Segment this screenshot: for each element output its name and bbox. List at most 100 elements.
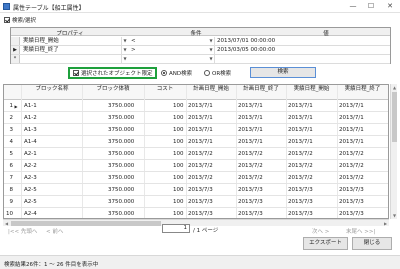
row-selector[interactable]: * bbox=[11, 55, 20, 63]
selected-only-checkbox[interactable] bbox=[73, 70, 79, 76]
table-row[interactable]: 9 A2-5 3750.000 100 2013/7/3 2013/7/3 20… bbox=[4, 196, 388, 208]
search-section-checkbox[interactable] bbox=[4, 17, 10, 23]
cell-name: A2-5 bbox=[24, 199, 37, 205]
cell-name: A2-3 bbox=[24, 175, 37, 181]
cell-plan-start: 2013/7/1 bbox=[188, 139, 213, 145]
cell-actual-end: 2013/7/1 bbox=[339, 139, 364, 145]
cell-plan-start: 2013/7/3 bbox=[188, 199, 213, 205]
row-number: 9 bbox=[9, 199, 14, 205]
cell-actual-start: 2013/7/3 bbox=[288, 187, 313, 193]
table-row[interactable]: 6 A2-2 3750.000 100 2013/7/2 2013/7/2 20… bbox=[4, 160, 388, 172]
results-header: ブロック名称 ブロック体積 コスト 計画日程_開始 計画日程_終了 実績日程_開… bbox=[4, 85, 388, 100]
table-row[interactable]: 5 A2-1 3750.000 100 2013/7/2 2013/7/2 20… bbox=[4, 148, 388, 160]
cell-plan-end: 2013/7/1 bbox=[238, 103, 263, 109]
scroll-left-icon[interactable]: ◀ bbox=[3, 220, 10, 227]
cell-plan-start: 2013/7/3 bbox=[188, 211, 213, 217]
cell-cost: 100 bbox=[173, 199, 184, 205]
search-section-toggle[interactable]: 検索/選択 bbox=[4, 16, 36, 24]
header-block-name: ブロック名称 bbox=[35, 86, 69, 92]
table-row[interactable]: 10 A2-4 3750.000 100 2013/7/3 2013/7/3 2… bbox=[4, 208, 388, 218]
row-number: 5 bbox=[9, 151, 14, 157]
cell-plan-end: 2013/7/3 bbox=[238, 211, 263, 217]
page-number-input[interactable]: 1 bbox=[162, 224, 190, 233]
last-page-link[interactable]: 末尾へ >>| bbox=[346, 227, 375, 235]
row-number: 6 bbox=[9, 163, 14, 169]
prev-page-link[interactable]: < 前へ bbox=[46, 227, 63, 235]
operator-cell[interactable]: > bbox=[129, 46, 215, 54]
export-button[interactable]: エクスポート bbox=[303, 237, 348, 250]
header-plan-end: 計画日程_終了 bbox=[243, 86, 279, 92]
vertical-scroll-thumb[interactable] bbox=[392, 92, 397, 142]
row-selector[interactable] bbox=[11, 37, 20, 45]
first-page-link[interactable]: |<< 先頭へ bbox=[8, 227, 37, 235]
chevron-down-icon[interactable]: ▼ bbox=[208, 56, 214, 62]
title-bar: 属性テーブル【船工属性】 — ☐ ✕ bbox=[0, 0, 400, 13]
cell-plan-start: 2013/7/2 bbox=[188, 151, 213, 157]
cell-actual-end: 2013/7/1 bbox=[339, 115, 364, 121]
table-row[interactable]: 8 A2-5 3750.000 100 2013/7/3 2013/7/3 20… bbox=[4, 184, 388, 196]
operator-cell[interactable] bbox=[129, 55, 215, 63]
chevron-down-icon[interactable]: ▼ bbox=[122, 38, 128, 44]
row-number: 4 bbox=[9, 139, 14, 145]
search-section-label: 検索/選択 bbox=[12, 18, 36, 24]
value-cell[interactable] bbox=[215, 55, 390, 63]
cell-plan-end: 2013/7/3 bbox=[238, 187, 263, 193]
table-row[interactable]: 7 A2-3 3750.000 100 2013/7/2 2013/7/2 20… bbox=[4, 172, 388, 184]
row-number: 8 bbox=[9, 187, 14, 193]
close-button[interactable]: 閉じる bbox=[352, 237, 392, 250]
close-window-button[interactable]: ✕ bbox=[381, 0, 399, 12]
or-label: OR検索 bbox=[212, 71, 232, 77]
cell-name: A1-1 bbox=[24, 103, 37, 109]
horizontal-scrollbar[interactable]: ◀ ▶ bbox=[3, 219, 389, 226]
search-button[interactable]: 検索 bbox=[250, 67, 316, 78]
property-cell[interactable]: 実績日程_開始 bbox=[21, 37, 122, 45]
value-cell[interactable]: 2013/07/01 00:00:00 bbox=[215, 37, 390, 45]
vertical-scrollbar[interactable]: ▲ ▼ bbox=[390, 84, 397, 219]
and-search-option[interactable]: AND検索 bbox=[161, 69, 192, 77]
minimize-button[interactable]: — bbox=[344, 0, 362, 12]
cell-cost: 100 bbox=[173, 103, 184, 109]
chevron-down-icon[interactable]: ▼ bbox=[122, 47, 128, 53]
value-cell[interactable]: 2013/03/05 00:00:00 bbox=[215, 46, 390, 54]
cell-actual-end: 2013/7/2 bbox=[339, 163, 364, 169]
condition-row[interactable]: 実績日程_開始 ▼ < ▼ 2013/07/01 00:00:00 bbox=[11, 37, 390, 46]
cell-volume: 3750.000 bbox=[108, 199, 135, 205]
cell-actual-start: 2013/7/1 bbox=[288, 115, 313, 121]
or-search-option[interactable]: OR検索 bbox=[204, 69, 231, 77]
and-radio[interactable] bbox=[161, 70, 167, 76]
cell-volume: 3750.000 bbox=[108, 211, 135, 217]
cell-actual-start: 2013/7/3 bbox=[288, 199, 313, 205]
status-text: 検索結果26件：1 ～ 26 件目を表示中 bbox=[4, 262, 99, 268]
cell-actual-end: 2013/7/1 bbox=[339, 103, 364, 109]
maximize-button[interactable]: ☐ bbox=[362, 0, 380, 12]
scroll-up-icon[interactable]: ▲ bbox=[391, 84, 398, 91]
chevron-down-icon[interactable]: ▼ bbox=[208, 47, 214, 53]
table-row[interactable]: 1 ▶ A1-1 3750.000 100 2013/7/1 2013/7/1 … bbox=[4, 100, 388, 112]
table-row[interactable]: 4 A1-4 3750.000 100 2013/7/1 2013/7/1 20… bbox=[4, 136, 388, 148]
cell-name: A2-2 bbox=[24, 163, 37, 169]
operator-cell[interactable]: < bbox=[129, 37, 215, 45]
horizontal-scroll-thumb[interactable] bbox=[11, 221, 161, 226]
next-page-link[interactable]: 次へ > bbox=[312, 227, 329, 235]
condition-row-new[interactable]: * ▼ ▼ bbox=[11, 55, 390, 64]
condition-row[interactable]: ▶ 実績日程_終了 ▼ > ▼ 2013/03/05 00:00:00 bbox=[11, 46, 390, 55]
or-radio[interactable] bbox=[204, 70, 210, 76]
header-cost: コスト bbox=[156, 86, 174, 92]
table-row[interactable]: 2 A1-2 3750.000 100 2013/7/1 2013/7/1 20… bbox=[4, 112, 388, 124]
cell-cost: 100 bbox=[173, 115, 184, 121]
header-actual-end: 実績日程_終了 bbox=[344, 86, 381, 92]
scroll-down-icon[interactable]: ▼ bbox=[391, 212, 398, 219]
table-row[interactable]: 3 A1-3 3750.000 100 2013/7/1 2013/7/1 20… bbox=[4, 124, 388, 136]
property-cell[interactable] bbox=[21, 55, 122, 63]
row-selector[interactable]: ▶ bbox=[11, 46, 20, 54]
chevron-down-icon[interactable]: ▼ bbox=[208, 38, 214, 44]
chevron-down-icon[interactable]: ▼ bbox=[122, 56, 128, 62]
cell-plan-start: 2013/7/2 bbox=[188, 163, 213, 169]
selected-only-toggle[interactable]: 選択されたオブジェクト限定 bbox=[68, 67, 157, 79]
header-block-volume: ブロック体積 bbox=[96, 86, 130, 92]
scroll-right-icon[interactable]: ▶ bbox=[382, 220, 389, 227]
cell-actual-end: 2013/7/1 bbox=[339, 127, 364, 133]
property-cell[interactable]: 実績日程_終了 bbox=[21, 46, 122, 54]
cell-plan-start: 2013/7/3 bbox=[188, 187, 213, 193]
cell-name: A2-1 bbox=[24, 151, 37, 157]
